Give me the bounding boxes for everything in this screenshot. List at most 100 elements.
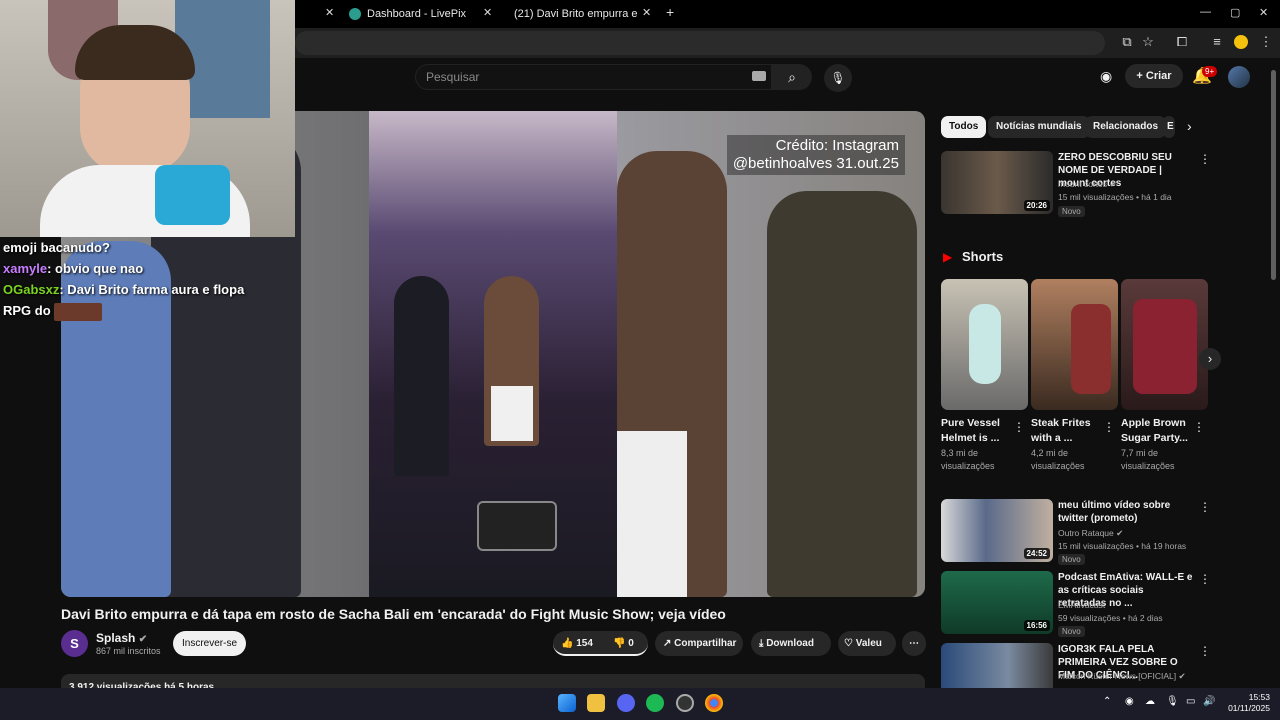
extensions-icon[interactable]: ⧠ bbox=[1174, 34, 1190, 50]
rec-channel-name: Outro Rataque bbox=[1058, 528, 1114, 538]
address-bar[interactable] bbox=[295, 31, 1105, 55]
channel-name[interactable]: Splash ✔ bbox=[96, 631, 147, 645]
shorts-logo-icon: ▶ bbox=[943, 250, 953, 264]
video-thumbnail[interactable]: 24:52 bbox=[941, 499, 1053, 562]
video-credit-caption: Crédito: Instagram @betinhoalves 31.out.… bbox=[726, 135, 905, 175]
like-dislike-group: 👍 154 👎 0 bbox=[553, 631, 648, 656]
more-icon[interactable]: ⋮ bbox=[1193, 420, 1205, 434]
microphone-icon[interactable]: 🎙 bbox=[1166, 696, 1179, 707]
video-thumbnail[interactable]: 20:26 bbox=[941, 151, 1053, 214]
bookmark-star-icon[interactable]: ☆ bbox=[1140, 34, 1156, 50]
close-tab-icon[interactable]: ✕ bbox=[642, 6, 651, 19]
dislike-button[interactable]: 👎 0 bbox=[613, 631, 634, 656]
short-title[interactable]: Steak Frites with a ... bbox=[1031, 416, 1101, 446]
volume-icon[interactable]: 🔊 bbox=[1203, 696, 1215, 707]
maximize-icon[interactable]: ▢ bbox=[1230, 6, 1240, 19]
thanks-button[interactable]: ♡ Valeu bbox=[838, 631, 896, 656]
browser-menu-icon[interactable]: ⋮ bbox=[1258, 34, 1274, 50]
food-image bbox=[1133, 299, 1197, 394]
shorts-next-button[interactable]: › bbox=[1199, 348, 1221, 370]
avatar[interactable] bbox=[1228, 66, 1250, 88]
more-icon[interactable]: ⋮ bbox=[1103, 420, 1115, 434]
close-window-icon[interactable]: ✕ bbox=[1259, 6, 1268, 19]
search-button[interactable]: ⌕ bbox=[772, 64, 812, 90]
rec-meta: 15 mil visualizações • há 1 dia bbox=[1058, 192, 1172, 202]
chat-message: emoji bacanudo? bbox=[0, 237, 300, 258]
taskbar-clock[interactable]: 15:53 01/11/2025 bbox=[1228, 692, 1270, 714]
short-title-line: Helmet is ... bbox=[941, 432, 1000, 444]
rec-channel[interactable]: Maicon Küster News [OFICIAL] ✔ bbox=[1058, 670, 1186, 683]
search-input[interactable]: Pesquisar bbox=[415, 64, 772, 90]
subscribe-button[interactable]: Inscrever-se bbox=[173, 631, 246, 656]
media-controls-icon[interactable]: ≡ bbox=[1209, 34, 1225, 50]
short-thumbnail[interactable] bbox=[1121, 279, 1208, 410]
chip-world-news[interactable]: Notícias mundiais bbox=[988, 116, 1090, 138]
microphone bbox=[155, 165, 230, 225]
stream-chat-overlay: emoji bacanudo? xamyle: obvio que nao OG… bbox=[0, 237, 300, 321]
chip-todos[interactable]: Todos bbox=[941, 116, 987, 138]
file-explorer-icon[interactable] bbox=[587, 694, 605, 712]
white-shorts bbox=[491, 386, 533, 441]
minimize-icon[interactable]: — bbox=[1200, 6, 1211, 18]
rec-channel-name: mount cortes bbox=[1058, 179, 1108, 189]
keyboard-icon[interactable] bbox=[752, 71, 766, 81]
streamer-webcam bbox=[0, 0, 295, 237]
more-icon[interactable]: ⋮ bbox=[1013, 420, 1025, 434]
obs-icon[interactable] bbox=[676, 694, 694, 712]
short-thumbnail[interactable] bbox=[941, 279, 1028, 410]
chat-text: : obvio que nao bbox=[47, 261, 144, 276]
tray-app-icon[interactable]: ◉ bbox=[1125, 696, 1134, 707]
like-count: 154 bbox=[576, 638, 593, 649]
more-actions-button[interactable]: ⋯ bbox=[902, 631, 926, 656]
create-button[interactable]: + Criar bbox=[1125, 64, 1183, 88]
more-icon[interactable]: ⋮ bbox=[1199, 152, 1211, 166]
share-button[interactable]: ↗ Compartilhar bbox=[655, 631, 743, 656]
white-shorts bbox=[617, 431, 687, 597]
video-thumbnail[interactable] bbox=[941, 643, 1053, 688]
short-title[interactable]: Apple Brown Sugar Party... bbox=[1121, 416, 1191, 446]
voice-search-button[interactable]: 🎙 bbox=[824, 64, 852, 92]
channel-avatar[interactable]: S bbox=[61, 630, 88, 657]
cast-icon[interactable]: ⧉ bbox=[1119, 34, 1135, 50]
tab-label: (21) Davi Brito empurra e dá tap bbox=[514, 8, 638, 20]
scrollbar[interactable] bbox=[1271, 70, 1276, 280]
rec-channel[interactable]: EMAtivacast bbox=[1058, 599, 1105, 612]
discord-icon[interactable] bbox=[617, 694, 635, 712]
close-tab-icon[interactable]: ✕ bbox=[483, 6, 492, 19]
subscriber-count: 867 mil inscritos bbox=[96, 646, 161, 656]
video-thumbnail[interactable]: 16:56 bbox=[941, 571, 1053, 634]
more-icon[interactable]: ⋮ bbox=[1199, 572, 1211, 586]
new-tab-icon[interactable]: + bbox=[666, 4, 674, 20]
channel-name-text: Splash bbox=[96, 631, 136, 645]
like-button[interactable]: 👍 154 bbox=[561, 631, 593, 656]
eye-icon[interactable]: ◉ bbox=[1100, 68, 1112, 85]
profile-avatar-icon[interactable] bbox=[1234, 35, 1248, 49]
spotify-icon[interactable] bbox=[646, 694, 664, 712]
windows-taskbar bbox=[0, 688, 1280, 720]
rec-channel[interactable]: mount cortes ✔ bbox=[1058, 178, 1117, 191]
chevron-right-icon[interactable]: › bbox=[1187, 118, 1192, 134]
tab-youtube-video[interactable]: (21) Davi Brito empurra e dá tap bbox=[508, 4, 638, 24]
cloud-icon[interactable]: ☁ bbox=[1145, 696, 1155, 707]
steak-image bbox=[1071, 304, 1111, 394]
tab-dashboard[interactable]: Dashboard - LivePix bbox=[349, 4, 466, 24]
windows-start-icon[interactable] bbox=[558, 694, 576, 712]
short-thumbnail[interactable] bbox=[1031, 279, 1118, 410]
chrome-icon[interactable] bbox=[705, 694, 723, 712]
more-icon[interactable]: ⋮ bbox=[1199, 644, 1211, 658]
more-icon[interactable]: ⋮ bbox=[1199, 500, 1211, 514]
chip-more[interactable]: E bbox=[1163, 116, 1175, 138]
clock-time: 15:53 bbox=[1248, 692, 1270, 702]
short-views: 8,3 mi de visualizações bbox=[941, 448, 995, 471]
chip-related[interactable]: Relacionados bbox=[1085, 116, 1167, 138]
network-icon[interactable]: ▭ bbox=[1186, 696, 1195, 707]
close-tab-icon[interactable]: ✕ bbox=[325, 6, 334, 19]
rec-video-title[interactable]: meu último vídeo sobre twitter (prometo) bbox=[1058, 499, 1193, 525]
chat-message: xamyle: obvio que nao bbox=[0, 258, 300, 279]
rec-channel[interactable]: Outro Rataque ✔ bbox=[1058, 527, 1123, 540]
short-views: 7,7 mi de visualizações bbox=[1121, 448, 1175, 471]
short-title[interactable]: Pure Vessel Helmet is ... bbox=[941, 416, 1011, 446]
download-button[interactable]: ⤓ Download bbox=[751, 631, 831, 656]
chevron-up-icon[interactable]: ⌃ bbox=[1103, 696, 1111, 707]
create-label: Criar bbox=[1145, 70, 1172, 82]
